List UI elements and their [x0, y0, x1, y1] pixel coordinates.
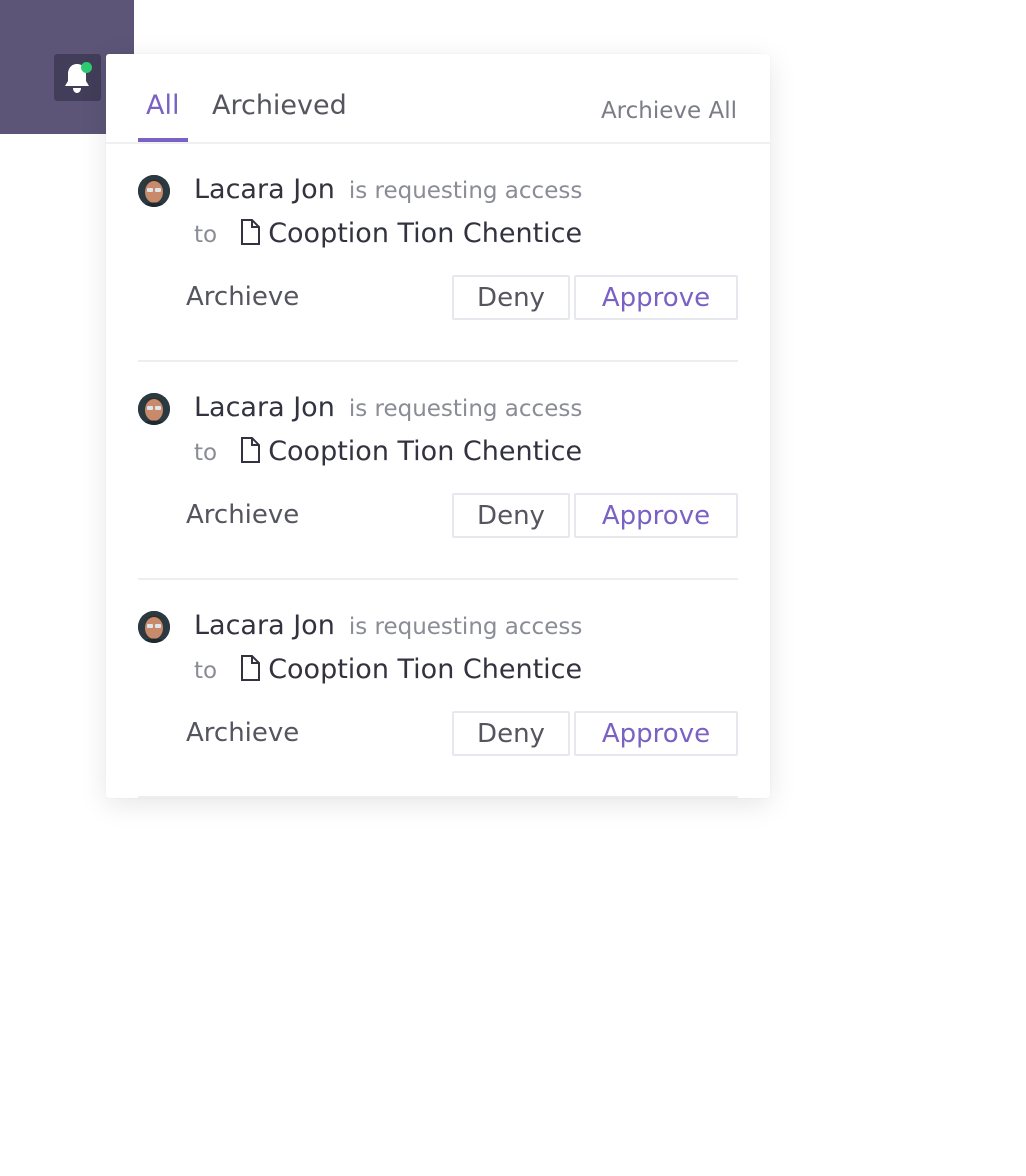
to-label: to	[194, 440, 218, 466]
archive-button[interactable]: Archieve	[186, 718, 299, 748]
document-icon	[241, 437, 261, 463]
requester-name: Lacara Jon	[194, 610, 335, 641]
notification-item: Lacara Jon is requesting access to Coopti…	[138, 142, 738, 362]
to-label: to	[194, 222, 218, 248]
notification-tabs: All Archieved Archieve All	[106, 54, 770, 144]
notifications-panel: All Archieved Archieve All Lacara Jon is …	[106, 54, 770, 798]
notifications-button[interactable]	[54, 54, 101, 101]
archive-button[interactable]: Archieve	[186, 500, 299, 530]
approve-button[interactable]: Approve	[574, 275, 738, 320]
archive-all-link[interactable]: Archieve All	[601, 98, 737, 124]
document-icon	[241, 655, 261, 681]
request-text: is requesting access	[348, 396, 583, 422]
avatar	[138, 393, 170, 425]
tab-archived[interactable]: Archieved	[212, 90, 347, 135]
request-text: is requesting access	[348, 178, 583, 204]
request-text: is requesting access	[348, 614, 583, 640]
requester-name: Lacara Jon	[194, 392, 335, 423]
approve-button[interactable]: Approve	[574, 493, 738, 538]
document-name[interactable]: Cooption Tion Chentice	[268, 436, 582, 467]
deny-button[interactable]: Deny	[452, 275, 570, 320]
deny-button[interactable]: Deny	[452, 493, 570, 538]
approve-button[interactable]: Approve	[574, 711, 738, 756]
requester-name: Lacara Jon	[194, 174, 335, 205]
archive-button[interactable]: Archieve	[186, 282, 299, 312]
to-label: to	[194, 658, 218, 684]
notification-item: Lacara Jon is requesting access to Coopti…	[138, 578, 738, 798]
notification-item: Lacara Jon is requesting access to Coopti…	[138, 360, 738, 580]
deny-button[interactable]: Deny	[452, 711, 570, 756]
tab-all[interactable]: All	[146, 90, 179, 135]
document-name[interactable]: Cooption Tion Chentice	[268, 218, 582, 249]
document-name[interactable]: Cooption Tion Chentice	[268, 654, 582, 685]
avatar	[138, 175, 170, 207]
unread-indicator-dot	[81, 62, 92, 73]
avatar	[138, 611, 170, 643]
document-icon	[241, 219, 261, 245]
